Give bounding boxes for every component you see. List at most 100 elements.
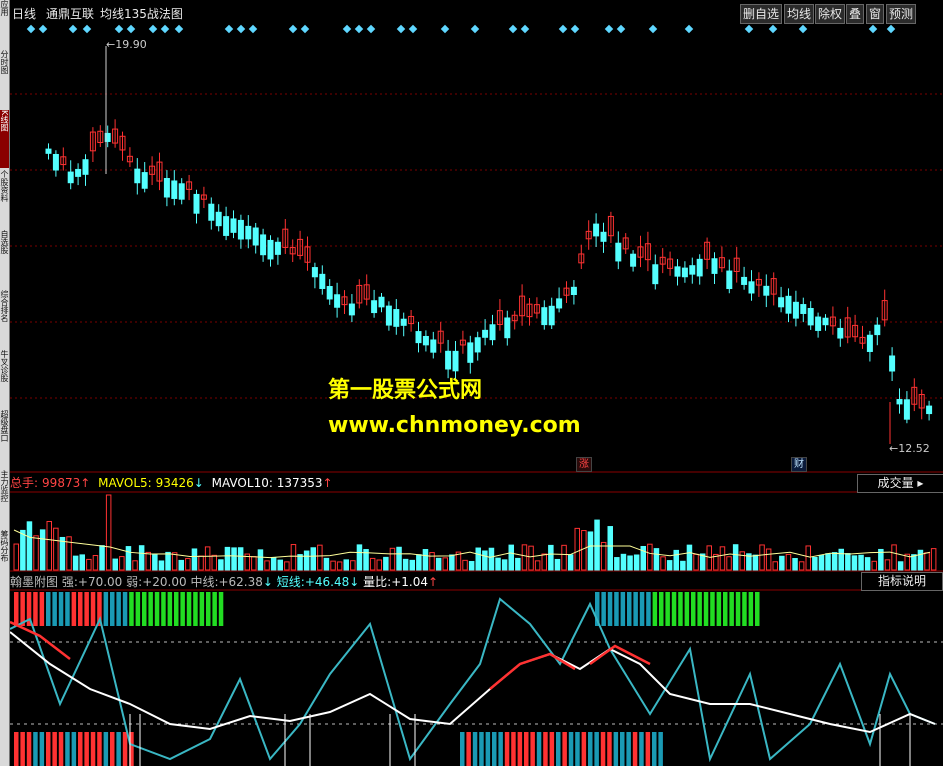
top-bar-31 [212,592,217,626]
left-tab-2[interactable]: K线图 [0,110,9,168]
candle-body-75 [600,231,607,242]
volume-bar-118 [792,558,798,571]
signal-diamond-1 [38,24,48,34]
bottom-bar-103 [620,732,625,766]
volume-bar-134 [897,561,904,571]
signal-diamond-21 [508,24,518,34]
volume-indicator-select[interactable]: 成交量 ▸ [857,474,943,493]
mid-line-value: +62.38 [218,575,263,589]
volume-bar-101 [680,560,686,571]
top-bar-40 [639,592,645,626]
top-bar-25 [174,592,179,626]
left-tab-3[interactable]: 个股资料 [0,170,9,228]
candle-body-54 [445,350,452,370]
top-bar-16 [116,592,121,626]
signal-diamond-8 [174,24,184,34]
volume-bar-84 [567,554,574,571]
volume-bar-26 [185,558,191,571]
remove-watchlist-button[interactable]: 删自选 [740,4,783,24]
volume-bar-25 [178,559,184,571]
volume-bar-47 [323,557,330,571]
volume-bar-74 [501,559,508,571]
volume-bar-86 [581,530,587,571]
indicator-name[interactable]: 均线135战法图 [100,5,183,22]
strong-value: +70.00 [77,575,123,589]
bottom-bar-60 [20,732,25,766]
top-bar-56 [742,592,747,626]
bottom-bar-102 [613,732,619,766]
bottom-bar-79 [466,732,471,766]
bottom-bar-95 [568,732,574,766]
volume-bar-71 [482,550,488,571]
top-bar-3 [33,592,38,626]
candle-body-86 [681,267,688,278]
candle-body-105 [822,317,829,326]
indicator-help-button[interactable]: 指标说明 [861,572,943,591]
bottom-bar-85 [504,732,510,766]
volume-bar-63 [429,552,435,571]
candle-body-16 [163,178,170,198]
overlay-button[interactable]: 叠 [846,4,865,24]
candle-body-38 [326,286,333,300]
candle-body-26 [237,219,244,240]
volume-bar-13 [99,545,105,571]
signal-diamond-28 [684,24,694,34]
ma-button[interactable]: 均线 [784,4,815,24]
volume-bar-45 [310,547,316,571]
forecast-button[interactable]: 预测 [886,4,917,24]
volume-bar-17 [125,546,132,571]
candle-body-71 [570,286,577,296]
volume-bar-43 [297,554,303,571]
left-tab-5[interactable]: 综合排名 [0,290,9,348]
signal-diamond-0 [26,24,36,34]
candle-body-92 [726,270,733,290]
signal-diamond-30 [768,24,778,34]
bottom-bar-71 [90,732,96,766]
candle-body-115 [896,399,903,405]
volume-bar-11 [86,558,92,571]
window-button[interactable]: 窗 [866,4,885,24]
bottom-bar-107 [645,732,651,766]
top-bar-52 [716,592,722,626]
volume-bar-124 [831,552,838,571]
signal-diamond-15 [354,24,364,34]
candle-body-116 [903,399,910,420]
top-bar-48 [691,592,696,626]
volume-ratio-value: +1.04 [391,575,428,589]
volume-bar-23 [165,551,171,571]
volume-bar-90 [607,526,613,571]
volume-bar-56 [383,556,389,571]
volume-bar-66 [449,554,455,571]
top-bar-36 [614,592,619,626]
left-tab-1[interactable]: 分时图 [0,50,9,108]
limit-up-tag[interactable]: 涨 [576,457,592,472]
candle-body-3 [67,171,74,184]
candle-body-60 [489,324,496,341]
left-tab-6[interactable]: 牛叉诊股 [0,350,9,408]
left-tab-7[interactable]: 超级盘口 [0,410,9,468]
candle-body-27 [245,225,252,240]
volume-bar-79 [534,560,541,571]
candle-body-46 [385,305,392,326]
bottom-bar-82 [485,732,491,766]
bottom-bar-105 [632,732,638,766]
financial-report-tag[interactable]: 财 [791,457,807,472]
volume-bar-123 [825,553,831,571]
top-bar-8 [65,592,70,626]
ex-rights-button[interactable]: 除权 [815,4,846,24]
top-bar-27 [186,592,192,626]
bottom-bar-59 [14,732,19,766]
bottom-bar-109 [658,732,663,766]
volume-bar-48 [330,560,336,571]
volume-bar-29 [204,546,211,571]
left-tab-9[interactable]: 筹码分布 [0,530,9,588]
volume-bar-91 [614,557,620,571]
period-label[interactable]: 日线 [12,5,36,22]
top-bar-17 [122,592,128,626]
candle-body-41 [348,303,355,316]
volume-bar-117 [785,553,792,571]
left-tab-4[interactable]: 自选股 [0,230,9,288]
candle-body-51 [422,335,429,346]
volume-bar-110 [739,551,745,571]
left-tab-8[interactable]: 主力监控 [0,470,9,528]
